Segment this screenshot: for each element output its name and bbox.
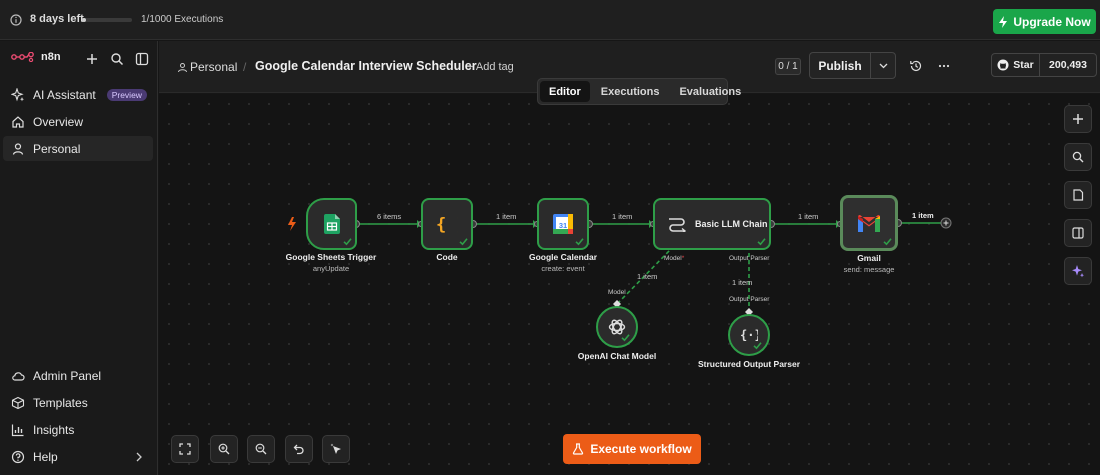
fit-view-icon — [179, 443, 191, 455]
flask-icon — [573, 443, 584, 455]
port-label-model: Model — [608, 289, 626, 296]
cursor-sparkle-icon — [330, 443, 341, 454]
success-check-icon — [343, 238, 352, 246]
success-check-icon — [459, 238, 468, 246]
search-nodes-button[interactable] — [1064, 143, 1092, 171]
zoom-in-icon — [218, 443, 230, 455]
node-label: Code — [436, 252, 458, 262]
edge-label: 1 item — [496, 212, 517, 221]
edge-label: 1 item — [912, 211, 934, 220]
node-openai-chat-model[interactable] — [596, 306, 638, 348]
node-label: OpenAI Chat Model — [577, 351, 657, 361]
toggle-panel-button[interactable] — [1064, 219, 1092, 247]
edge-label: 1 item — [637, 272, 658, 281]
node-structured-output-parser[interactable]: {·} — [728, 314, 770, 356]
execute-workflow-label: Execute workflow — [590, 442, 692, 456]
execute-workflow-button[interactable]: Execute workflow — [563, 434, 701, 464]
sticky-note-button[interactable] — [1064, 181, 1092, 209]
node-google-calendar[interactable]: 31 — [537, 198, 589, 250]
search-icon — [1072, 151, 1084, 163]
sparkles-icon — [1072, 265, 1084, 278]
node-label: Gmail — [857, 253, 881, 263]
ai-assistant-button[interactable] — [1064, 257, 1092, 285]
edge-label: 1 item — [798, 212, 819, 221]
svg-text:31: 31 — [559, 221, 567, 230]
port-label-model: Model* — [664, 255, 685, 262]
success-check-icon — [883, 238, 892, 246]
note-icon — [1073, 189, 1084, 201]
node-label: Structured Output Parser — [697, 359, 801, 369]
edge-label: 1 item — [732, 278, 753, 287]
undo-icon — [293, 444, 304, 455]
fit-view-button[interactable] — [171, 435, 199, 463]
node-subtitle: send: message — [843, 265, 895, 274]
gmail-icon — [858, 214, 880, 232]
node-code[interactable]: { } — [421, 198, 473, 250]
google-sheets-icon — [323, 214, 340, 234]
node-label: Basic LLM Chain — [695, 219, 768, 229]
success-check-icon — [757, 238, 766, 246]
success-check-icon — [575, 238, 584, 246]
success-check-icon — [621, 334, 630, 342]
tidy-up-button[interactable] — [322, 435, 350, 463]
node-subtitle: anyUpdate — [312, 264, 350, 273]
zoom-out-button[interactable] — [247, 435, 275, 463]
port-label-output-parser: Output Parser — [729, 296, 770, 303]
svg-text:{·}: {·} — [740, 328, 758, 342]
code-braces-icon: { } — [436, 215, 458, 233]
zoom-out-icon — [255, 443, 267, 455]
google-calendar-icon: 31 — [553, 214, 573, 234]
add-node-panel-button[interactable] — [1064, 105, 1092, 133]
edge-label: 1 item — [612, 212, 633, 221]
success-check-icon — [753, 342, 762, 350]
chain-icon — [669, 218, 687, 232]
svg-text:{ }: { } — [436, 215, 458, 233]
node-label: Google Sheets Trigger — [285, 252, 377, 262]
undo-button[interactable] — [285, 435, 313, 463]
edge-label: 6 items — [377, 212, 402, 221]
node-subtitle: create: event — [541, 264, 585, 273]
panel-icon — [1072, 227, 1084, 239]
zoom-in-button[interactable] — [210, 435, 238, 463]
node-basic-llm-chain[interactable]: Basic LLM Chain — [653, 198, 771, 250]
plus-icon — [1073, 114, 1083, 124]
trigger-lightning-icon — [288, 217, 296, 231]
node-label: Google Calendar — [528, 252, 597, 262]
node-gmail[interactable] — [840, 195, 898, 251]
node-google-sheets-trigger[interactable] — [306, 198, 357, 250]
port-label-output-parser: Output Parser — [729, 255, 770, 262]
